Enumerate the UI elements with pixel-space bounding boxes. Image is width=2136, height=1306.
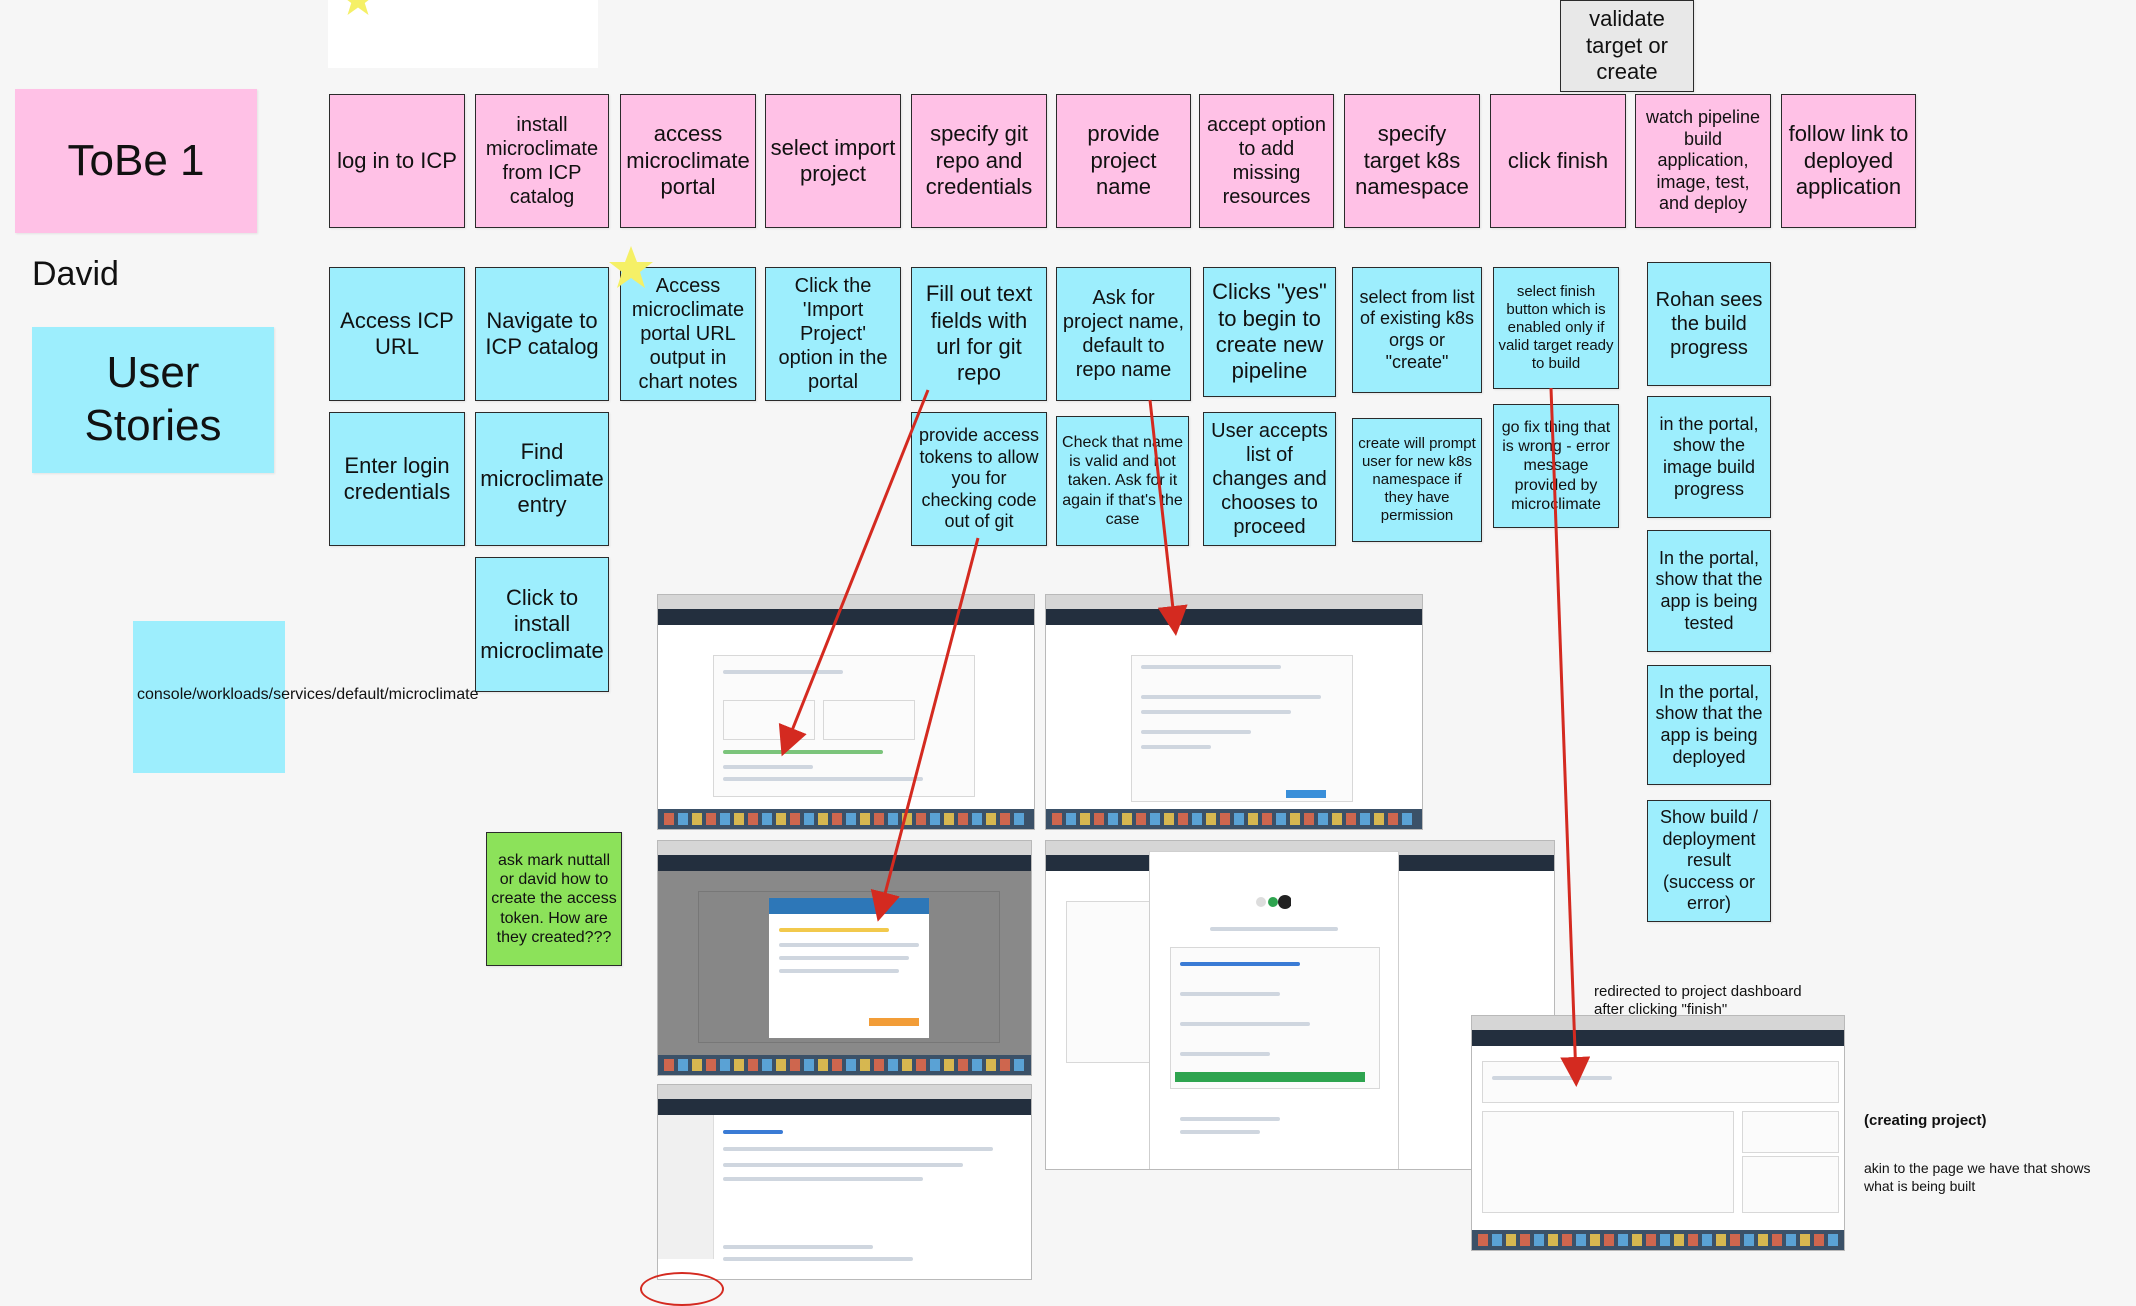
tobe-step: click finish xyxy=(1490,94,1626,228)
story-card: In the portal, show that the app is bein… xyxy=(1647,530,1771,652)
tobe-step: specify target k8s namespace xyxy=(1344,94,1480,228)
tobe-step: access microclimate portal xyxy=(620,94,756,228)
console-path: console/workloads/services/default/micro… xyxy=(137,686,479,703)
story-card: Find microclimate entry xyxy=(475,412,609,546)
tobe-step: watch pipeline build application, image,… xyxy=(1635,94,1771,228)
story-card: Rohan sees the build progress xyxy=(1647,262,1771,386)
story-card: Check that name is valid and not taken. … xyxy=(1056,416,1189,546)
red-circle-mark xyxy=(640,1272,724,1306)
story-card: create will prompt user for new k8s name… xyxy=(1352,418,1482,542)
story-card: select finish button which is enabled on… xyxy=(1493,267,1619,389)
tobe-title-card: ToBe 1 xyxy=(15,89,257,233)
star-icon xyxy=(607,244,655,292)
question-note: ask mark nuttall or david how to create … xyxy=(486,832,622,966)
story-card: go fix thing that is wrong - error messa… xyxy=(1493,404,1619,528)
screenshot-thumbnail-repo-select xyxy=(657,594,1035,830)
validate-note: validate target or create xyxy=(1560,0,1694,92)
tobe-step: follow link to deployed application xyxy=(1781,94,1916,228)
screenshot-thumbnail-ec2-keypair xyxy=(657,840,1032,1076)
tobe-step: log in to ICP xyxy=(329,94,465,228)
story-card: Access ICP URL xyxy=(329,267,465,401)
tobe-step: select import project xyxy=(765,94,901,228)
tobe-step: provide project name xyxy=(1056,94,1191,228)
persona-name: David xyxy=(32,255,119,293)
story-card: Click the 'Import Project' option in the… xyxy=(765,267,901,401)
tobe-title: ToBe 1 xyxy=(67,135,205,185)
star-icon xyxy=(340,0,376,18)
story-card: Show build / deployment result (success … xyxy=(1647,800,1771,922)
screenshot-thumbnail-project-dashboard xyxy=(1471,1015,1845,1251)
story-card: Navigate to ICP catalog xyxy=(475,267,609,401)
user-stories-title: User Stories xyxy=(84,348,222,450)
tobe-step: install microclimate from ICP catalog xyxy=(475,94,609,228)
story-card: In the portal, show that the app is bein… xyxy=(1647,665,1771,785)
story-card: Enter login credentials xyxy=(329,412,465,546)
tobe-step: specify git repo and credentials xyxy=(911,94,1047,228)
redirect-annotation: redirected to project dashboard after cl… xyxy=(1594,983,1802,1018)
story-card: select from list of existing k8s orgs or… xyxy=(1352,267,1482,393)
story-card: Ask for project name, default to repo na… xyxy=(1056,267,1191,401)
story-card: Fill out text fields with url for git re… xyxy=(911,267,1047,401)
creating-annotation: (creating project) xyxy=(1864,1112,1987,1129)
story-card: Clicks "yes" to begin to create new pipe… xyxy=(1203,267,1336,397)
tobe-step: accept option to add missing resources xyxy=(1199,94,1334,228)
akin-annotation: akin to the page we have that shows what… xyxy=(1864,1160,2091,1194)
user-stories-title-card: User Stories xyxy=(32,327,274,473)
screenshot-thumbnail-connect-repo xyxy=(1045,594,1423,830)
story-card: in the portal, show the image build prog… xyxy=(1647,396,1771,518)
story-card: provide access tokens to allow you for c… xyxy=(911,412,1047,546)
story-card: User accepts list of changes and chooses… xyxy=(1203,412,1336,546)
story-card: Click to install microclimate xyxy=(475,557,609,692)
screenshot-thumbnail-pipelines xyxy=(657,1084,1032,1280)
